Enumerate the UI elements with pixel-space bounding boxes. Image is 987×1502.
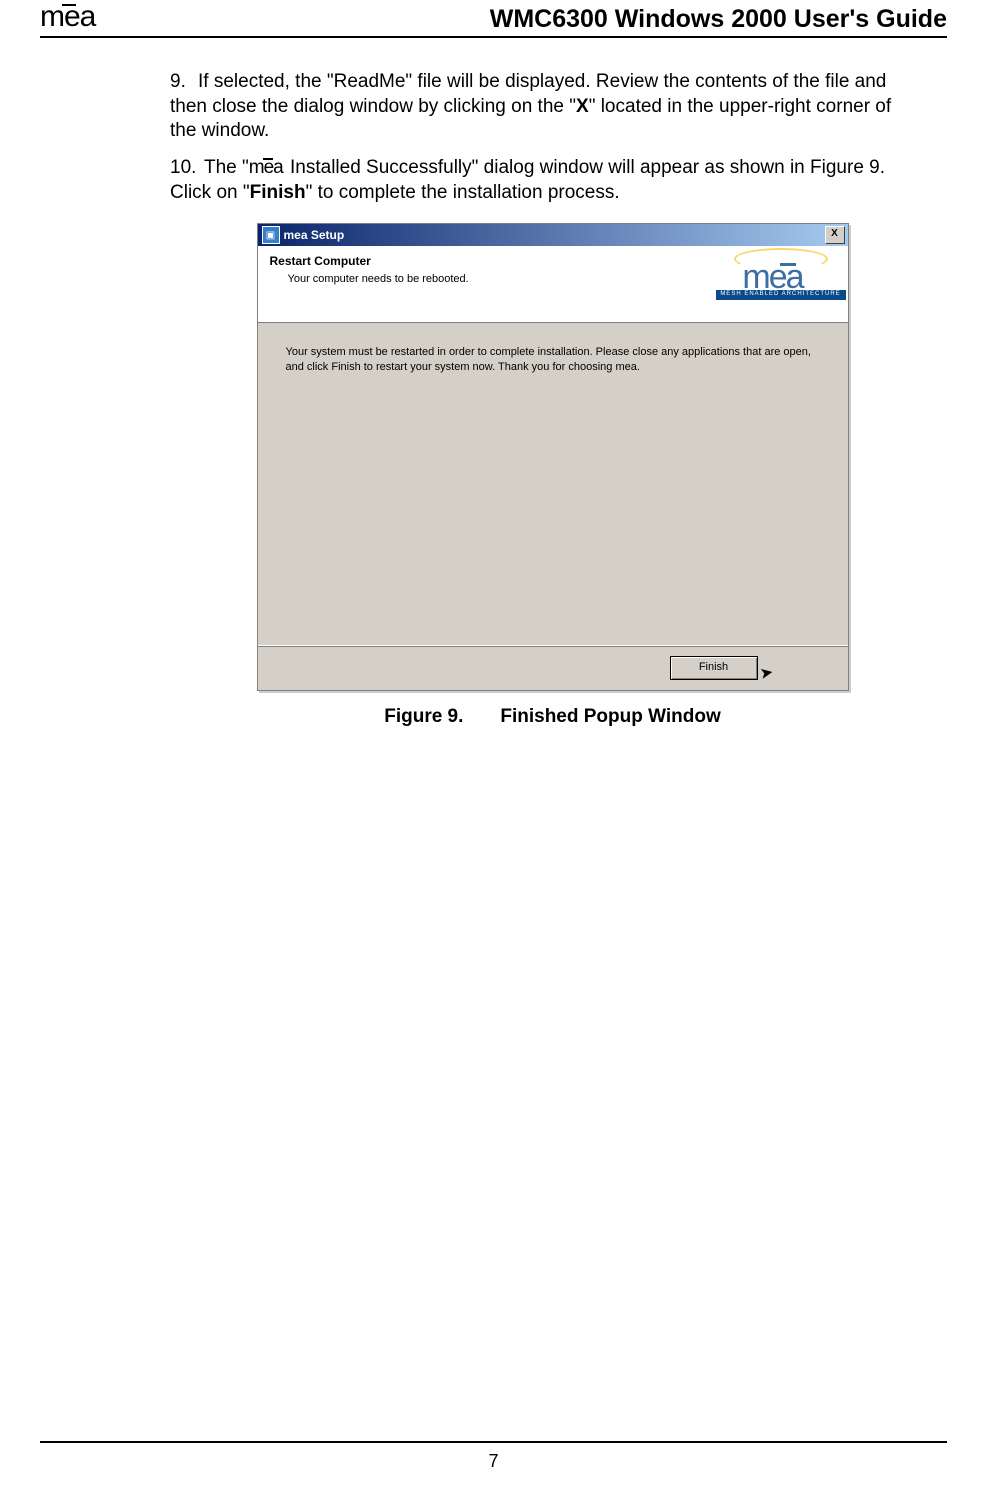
step-text: The "mea Installed Successfully" dialog … xyxy=(170,157,885,203)
mea-logo: mea xyxy=(40,0,95,34)
step-number: 10. xyxy=(170,156,204,181)
figure-number: Figure 9. xyxy=(384,706,463,727)
document-title: WMC6300 Windows 2000 User's Guide xyxy=(490,5,947,34)
logo-bar-icon xyxy=(263,158,273,160)
body-content: 9.If selected, the "ReadMe" file will be… xyxy=(40,70,947,730)
dialog-body-text: Your system must be restarted in order t… xyxy=(258,323,848,645)
logo-bar-icon xyxy=(780,263,796,266)
banner-logo-text: mea xyxy=(716,264,846,290)
close-button[interactable]: X xyxy=(825,226,845,244)
step-number: 9. xyxy=(170,70,198,95)
finish-button[interactable]: Finish xyxy=(670,656,758,680)
step-9: 9.If selected, the "ReadMe" file will be… xyxy=(170,70,907,144)
banner-subtitle: Your computer needs to be rebooted. xyxy=(288,272,469,286)
page-number: 7 xyxy=(488,1451,498,1471)
banner-logo-tag: MESH ENABLED ARCHITECTURE xyxy=(716,290,846,300)
dialog-titlebar: ▣ mea Setup X xyxy=(258,224,848,246)
figure-title: Finished Popup Window xyxy=(500,706,720,727)
banner-title: Restart Computer xyxy=(270,254,469,270)
figure-caption: Figure 9. Finished Popup Window xyxy=(384,705,721,730)
installer-icon: ▣ xyxy=(262,226,280,244)
page-header: mea WMC6300 Windows 2000 User's Guide xyxy=(40,0,947,38)
dialog-banner: Restart Computer Your computer needs to … xyxy=(258,246,848,323)
dialog-footer: Finish ➤ xyxy=(258,645,848,690)
setup-dialog: ▣ mea Setup X Restart Computer Your comp… xyxy=(257,223,849,691)
step-text: If selected, the "ReadMe" file will be d… xyxy=(170,71,891,141)
inline-mea-logo: mea xyxy=(249,156,285,181)
cursor-icon: ➤ xyxy=(758,663,775,686)
logo-bar-icon xyxy=(62,4,76,6)
banner-text-block: Restart Computer Your computer needs to … xyxy=(270,254,469,322)
finish-bold: Finish xyxy=(250,182,306,203)
step-10: 10.The "mea Installed Successfully" dial… xyxy=(170,156,907,205)
page-footer: 7 xyxy=(40,1441,947,1472)
figure-9: ▣ mea Setup X Restart Computer Your comp… xyxy=(198,223,907,730)
x-bold: X xyxy=(576,96,589,117)
dialog-title: mea Setup xyxy=(284,228,825,244)
banner-mea-logo: mea MESH ENABLED ARCHITECTURE xyxy=(716,254,846,322)
